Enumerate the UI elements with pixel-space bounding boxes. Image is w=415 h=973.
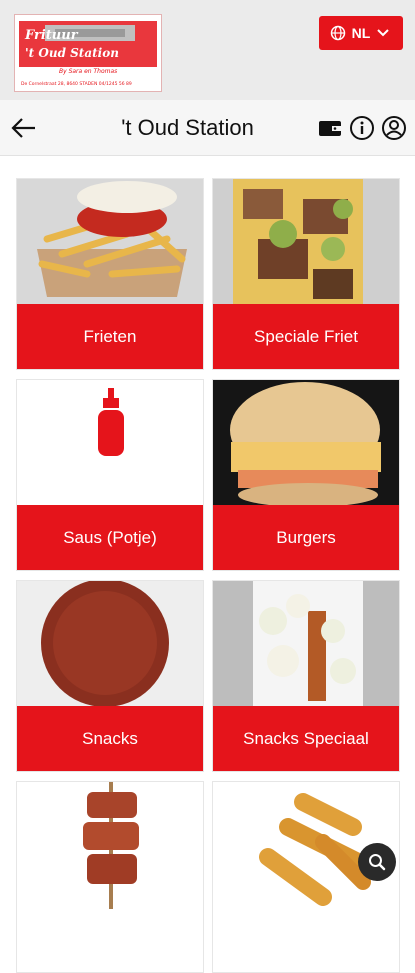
svg-text:By Sara en Thomas: By Sara en Thomas bbox=[59, 68, 117, 75]
language-selector[interactable]: NL bbox=[319, 16, 403, 50]
page-title: 't Oud Station bbox=[121, 115, 254, 140]
burger-image bbox=[213, 380, 399, 507]
category-label: Speciale Friet bbox=[213, 304, 399, 369]
info-icon[interactable] bbox=[349, 115, 375, 141]
sauce-bottle-image bbox=[17, 380, 203, 507]
search-button[interactable] bbox=[358, 843, 396, 881]
language-label: NL bbox=[351, 25, 371, 41]
arrow-left-icon[interactable] bbox=[10, 114, 38, 142]
skewer-image bbox=[17, 782, 203, 909]
svg-text:Frituur: Frituur bbox=[24, 28, 79, 43]
special-snacks-image bbox=[213, 581, 399, 708]
category-label: Burgers bbox=[213, 505, 399, 570]
category-tile-saus[interactable]: Saus (Potje) bbox=[16, 379, 204, 571]
category-tile-burgers[interactable]: Burgers bbox=[212, 379, 400, 571]
category-label: Frieten bbox=[17, 304, 203, 369]
category-label: Snacks bbox=[17, 706, 203, 771]
snacks-image bbox=[17, 581, 203, 708]
special-fries-image bbox=[213, 179, 399, 306]
category-label: Snacks Speciaal bbox=[213, 706, 399, 771]
wallet-icon[interactable] bbox=[317, 115, 343, 141]
category-tile-snacks-speciaal[interactable]: Snacks Speciaal bbox=[212, 580, 400, 772]
category-tile-frieten[interactable]: Frieten bbox=[16, 178, 204, 370]
top-bar: Frituur 't Oud Station By Sara en Thomas… bbox=[0, 0, 415, 100]
category-tile-snacks[interactable]: Snacks bbox=[16, 580, 204, 772]
svg-text:'t Oud Station: 't Oud Station bbox=[25, 46, 119, 60]
account-icon[interactable] bbox=[381, 115, 407, 141]
category-label: Saus (Potje) bbox=[17, 505, 203, 570]
globe-icon bbox=[330, 25, 346, 41]
restaurant-logo: Frituur 't Oud Station By Sara en Thomas… bbox=[14, 14, 162, 92]
search-icon bbox=[368, 853, 386, 871]
svg-text:De Cornelstraat 28, 8640 STADE: De Cornelstraat 28, 8640 STADEN 04/1245 … bbox=[21, 81, 132, 87]
chevron-down-icon bbox=[376, 25, 392, 41]
page-header: 't Oud Station bbox=[0, 100, 415, 156]
category-tile-speciale-friet[interactable]: Speciale Friet bbox=[212, 178, 400, 370]
category-tile-skewer[interactable] bbox=[16, 781, 204, 973]
fries-image bbox=[17, 179, 203, 306]
